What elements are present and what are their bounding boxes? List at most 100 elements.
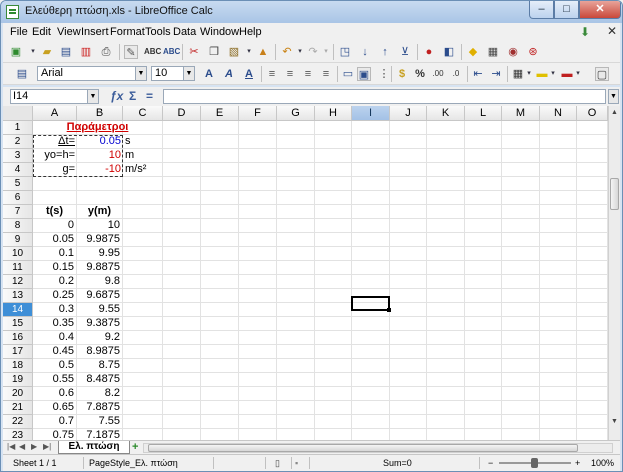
grid-cell[interactable] — [277, 345, 315, 359]
grid-cell[interactable] — [315, 429, 352, 440]
cell-y-value[interactable]: 9.6875 — [77, 289, 123, 303]
horizontal-scroll-thumb[interactable] — [148, 444, 578, 452]
grid-cell[interactable] — [315, 261, 352, 275]
grid-cell[interactable] — [390, 387, 427, 401]
row-header-18[interactable]: 18 — [3, 359, 33, 373]
grid-cell[interactable] — [163, 275, 201, 289]
grid-cell[interactable] — [315, 149, 352, 163]
merge-cells-icon[interactable]: ▭ — [341, 67, 355, 81]
grid-cell[interactable] — [277, 359, 315, 373]
font-name-select[interactable]: Arial ▼ — [37, 66, 147, 81]
grid-cell[interactable] — [577, 401, 608, 415]
grid-cell[interactable] — [577, 331, 608, 345]
column-header-h[interactable]: H — [315, 106, 352, 121]
redo-icon[interactable]: ↷ — [306, 45, 320, 59]
grid-cell[interactable] — [427, 303, 465, 317]
cell-t-value[interactable]: 0.1 — [33, 247, 77, 261]
grid-cell[interactable] — [577, 275, 608, 289]
cell-g-label[interactable]: g= — [33, 163, 77, 177]
grid-cell[interactable] — [352, 233, 390, 247]
decimal-delete-icon[interactable]: .0 — [449, 67, 463, 81]
grid-cell[interactable] — [163, 261, 201, 275]
grid-cell[interactable] — [315, 359, 352, 373]
menu-help[interactable]: Help — [239, 26, 262, 38]
grid-cell[interactable] — [352, 303, 390, 317]
grid-cell[interactable] — [239, 401, 277, 415]
grid-cell[interactable] — [123, 205, 163, 219]
row-header-23[interactable]: 23 — [3, 429, 33, 440]
cell-t-value[interactable]: 0 — [33, 219, 77, 233]
cell-t-value[interactable]: 0.6 — [33, 387, 77, 401]
cell-yo-value[interactable]: 10 — [77, 149, 123, 163]
grid-cell[interactable] — [390, 345, 427, 359]
grid-cell[interactable] — [390, 317, 427, 331]
grid-cell[interactable] — [465, 261, 502, 275]
grid-cell[interactable] — [390, 135, 427, 149]
gallery-icon[interactable]: ◆ — [466, 45, 480, 59]
grid-cell[interactable] — [352, 401, 390, 415]
grid-cell[interactable] — [577, 219, 608, 233]
cell-y-value[interactable]: 8.9875 — [77, 345, 123, 359]
grid-cell[interactable] — [540, 345, 577, 359]
export-pdf-icon[interactable]: ▥ — [79, 45, 93, 59]
grid-cell[interactable] — [239, 261, 277, 275]
grid-cell[interactable] — [315, 303, 352, 317]
grid-cell[interactable] — [502, 163, 540, 177]
grid-cell[interactable] — [390, 331, 427, 345]
grid-cell[interactable] — [390, 233, 427, 247]
grid-cell[interactable] — [239, 359, 277, 373]
grid-cell[interactable] — [201, 219, 239, 233]
vertical-align-icon[interactable]: ⋮ — [377, 67, 391, 81]
row-header-17[interactable]: 17 — [3, 345, 33, 359]
grid-cell[interactable] — [577, 205, 608, 219]
grid-cell[interactable] — [123, 373, 163, 387]
grid-cell[interactable] — [163, 331, 201, 345]
cell-t-value[interactable]: 0.5 — [33, 359, 77, 373]
grid-cell[interactable] — [465, 317, 502, 331]
grid-cell[interactable] — [277, 331, 315, 345]
grid-cell[interactable] — [352, 135, 390, 149]
grid-cell[interactable] — [465, 429, 502, 440]
autofilter-icon[interactable]: ⊻ — [398, 45, 412, 59]
grid-cell[interactable] — [352, 247, 390, 261]
datasources-icon[interactable]: ▦ — [486, 45, 500, 59]
grid-cell[interactable] — [427, 415, 465, 429]
grid-cell[interactable] — [239, 275, 277, 289]
zoom-slider-knob[interactable] — [531, 458, 538, 468]
grid-cell[interactable] — [352, 429, 390, 440]
help-icon[interactable]: ⊛ — [526, 45, 540, 59]
grid-cell[interactable] — [427, 121, 465, 135]
grid-cell[interactable] — [502, 233, 540, 247]
background-color-icon[interactable]: ▬ — [535, 67, 549, 81]
column-header-l[interactable]: L — [465, 106, 502, 121]
grid-cell[interactable] — [427, 331, 465, 345]
grid-cell[interactable] — [502, 401, 540, 415]
grid-cell[interactable] — [352, 205, 390, 219]
menu-data[interactable]: Data — [173, 26, 196, 38]
grid-cell[interactable] — [352, 415, 390, 429]
menu-format[interactable]: Format — [110, 26, 145, 38]
close-document-icon[interactable]: ✕ — [607, 24, 617, 38]
grid-cell[interactable] — [163, 401, 201, 415]
menu-view[interactable]: View — [57, 26, 81, 38]
grid-cell[interactable] — [163, 415, 201, 429]
grid-cell[interactable] — [163, 219, 201, 233]
menu-window[interactable]: Window — [200, 26, 239, 38]
grid-cell[interactable] — [163, 121, 201, 135]
grid-cell[interactable] — [540, 149, 577, 163]
grid-cell[interactable] — [390, 261, 427, 275]
grid-cell[interactable] — [277, 275, 315, 289]
grid-cell[interactable] — [577, 303, 608, 317]
save-icon[interactable]: ▤ — [59, 45, 73, 59]
cell-a2[interactable]: Δt= — [33, 135, 77, 149]
row-header-14[interactable]: 14 — [3, 303, 33, 317]
grid-cell[interactable] — [390, 401, 427, 415]
grid-cell[interactable] — [201, 331, 239, 345]
grid-cell[interactable] — [427, 373, 465, 387]
update-available-icon[interactable]: ⬇ — [580, 25, 590, 39]
cell-t-value[interactable]: 0.3 — [33, 303, 77, 317]
grid-cell[interactable] — [502, 247, 540, 261]
grid-cell[interactable] — [201, 233, 239, 247]
row-header-1[interactable]: 1 — [3, 121, 33, 135]
grid-cell[interactable] — [163, 345, 201, 359]
